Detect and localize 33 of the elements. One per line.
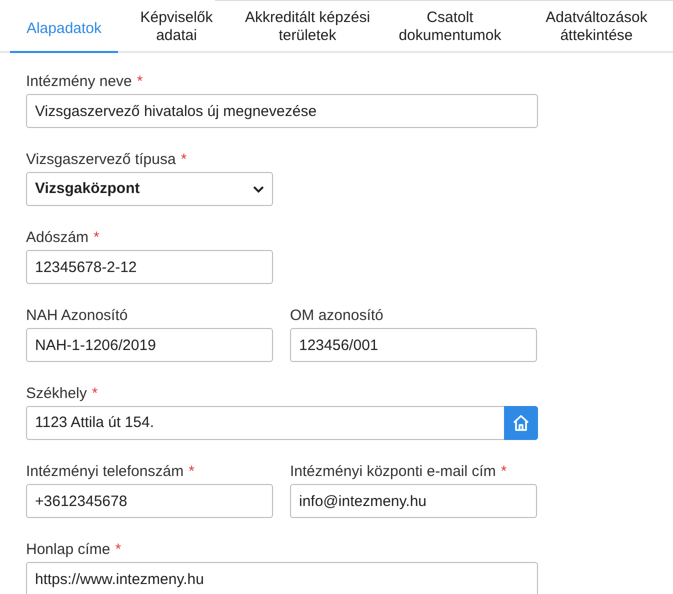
input-field[interactable]: NAH-1-1206/2019 — [26, 328, 273, 362]
input-field[interactable]: 1123 Attila út 154. — [26, 406, 504, 440]
input-field[interactable]: 123456/001 — [290, 328, 537, 362]
field-label: Székhely — [26, 385, 87, 402]
chevron-down-icon — [253, 186, 264, 192]
required-mark: * — [500, 463, 507, 480]
input-field[interactable]: +3612345678 — [26, 484, 273, 518]
address-button[interactable] — [504, 406, 538, 440]
field-label: Intézményi telefonszám — [26, 463, 184, 480]
required-mark: * — [115, 541, 122, 558]
required-mark: * — [188, 463, 194, 480]
field-label: Honlap címe — [26, 541, 110, 558]
input-field[interactable]: Vizsgaszervező hivatalos új megnevezése — [26, 94, 538, 128]
input-field[interactable]: 12345678-2-12 — [26, 250, 273, 284]
select-field[interactable]: Vizsgaközpont — [26, 172, 273, 206]
input-field[interactable]: info@intezmeny.hu — [290, 484, 537, 518]
house-icon — [512, 414, 530, 432]
required-mark: * — [180, 151, 187, 168]
required-mark: * — [92, 385, 98, 402]
field-label: OM azonosító — [290, 307, 384, 324]
tab[interactable]: Adatváltozások áttekintése — [520, 3, 673, 53]
field-label: Intézmény neve — [26, 73, 132, 90]
required-mark: * — [136, 73, 143, 90]
tab[interactable]: Alapadatok — [10, 3, 118, 53]
tab[interactable]: Akkreditált képzési területek — [235, 3, 380, 53]
tab[interactable]: Csatolt dokumentumok — [380, 3, 520, 53]
field-label: Adószám — [26, 229, 89, 246]
tab[interactable]: Képviselők adatai — [118, 3, 235, 53]
field-label: Vizsgaszervező típusa — [26, 151, 176, 168]
field-label: Intézményi központi e-mail cím — [290, 463, 496, 480]
field-label: NAH Azonosító — [26, 307, 128, 324]
input-field[interactable]: https://www.intezmeny.hu — [26, 562, 538, 594]
required-mark: * — [94, 229, 100, 246]
